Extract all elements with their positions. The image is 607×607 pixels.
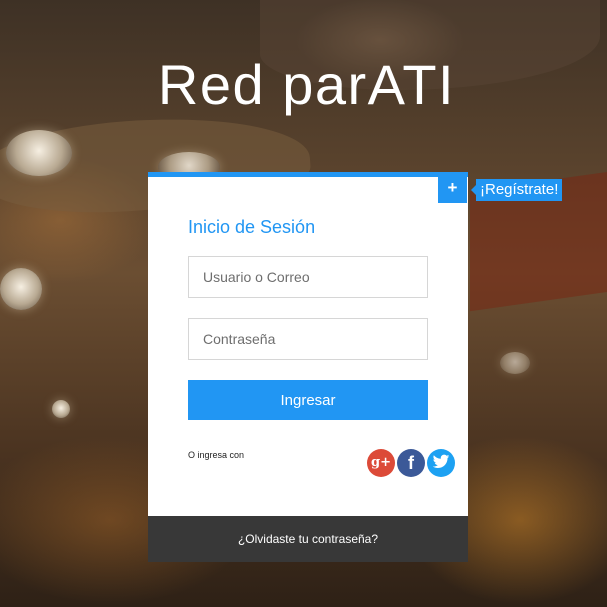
password-input[interactable] [188, 318, 428, 360]
login-title: Inicio de Sesión [188, 217, 316, 237]
forgot-password-link[interactable]: ¿Olvidaste tu contraseña? [148, 516, 468, 562]
twitter-icon[interactable] [427, 449, 455, 477]
site-title: Red parATI [157, 53, 456, 116]
plus-icon: + [447, 178, 458, 197]
facebook-icon[interactable]: f [397, 449, 425, 477]
username-input[interactable] [188, 256, 428, 298]
ceiling-light [52, 400, 70, 418]
google-plus-icon[interactable]: g+ [367, 449, 395, 477]
alt-login-label: O ingresa con [188, 450, 245, 460]
login-card: Inicio de Sesión Ingresar O ingresa con … [148, 172, 468, 562]
ceiling-light [6, 130, 72, 176]
register-plus-button[interactable]: + [438, 177, 467, 203]
login-button[interactable]: Ingresar [188, 380, 428, 420]
ceiling-light [0, 268, 42, 310]
register-link[interactable]: ¡Regístrate! [470, 179, 563, 201]
ceiling-light [500, 352, 530, 374]
